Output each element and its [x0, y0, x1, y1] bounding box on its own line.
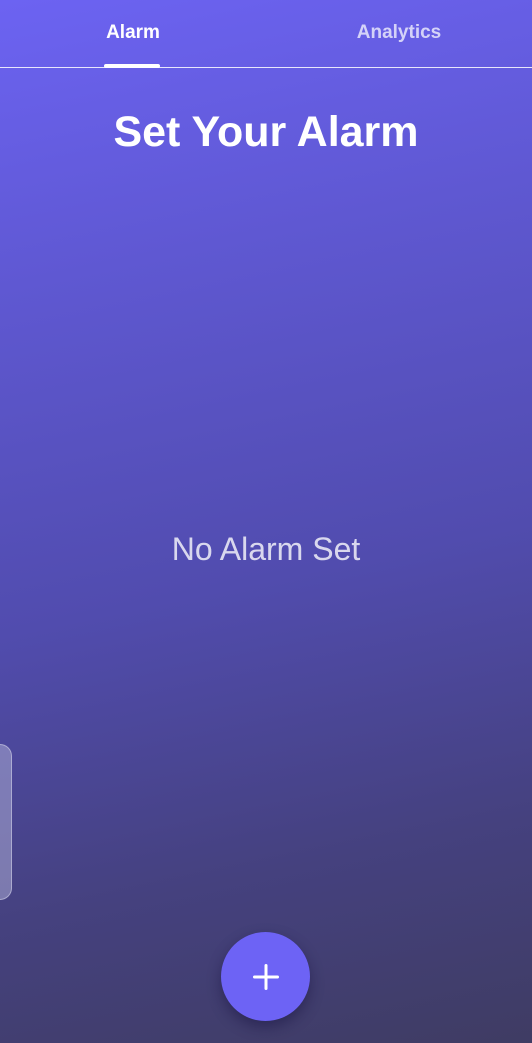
page-title: Set Your Alarm	[113, 108, 419, 156]
tab-analytics[interactable]: Analytics	[266, 0, 532, 66]
active-tab-indicator	[104, 64, 160, 68]
edge-panel-handle[interactable]	[0, 744, 12, 900]
plus-icon	[252, 963, 279, 990]
empty-state-message: No Alarm Set	[171, 531, 361, 567]
tab-alarm[interactable]: Alarm	[0, 0, 266, 66]
tab-alarm-label: Alarm	[106, 22, 160, 43]
tab-bar: Alarm Analytics	[0, 0, 532, 68]
tab-analytics-label: Analytics	[356, 22, 442, 43]
add-alarm-button[interactable]	[221, 932, 310, 1021]
